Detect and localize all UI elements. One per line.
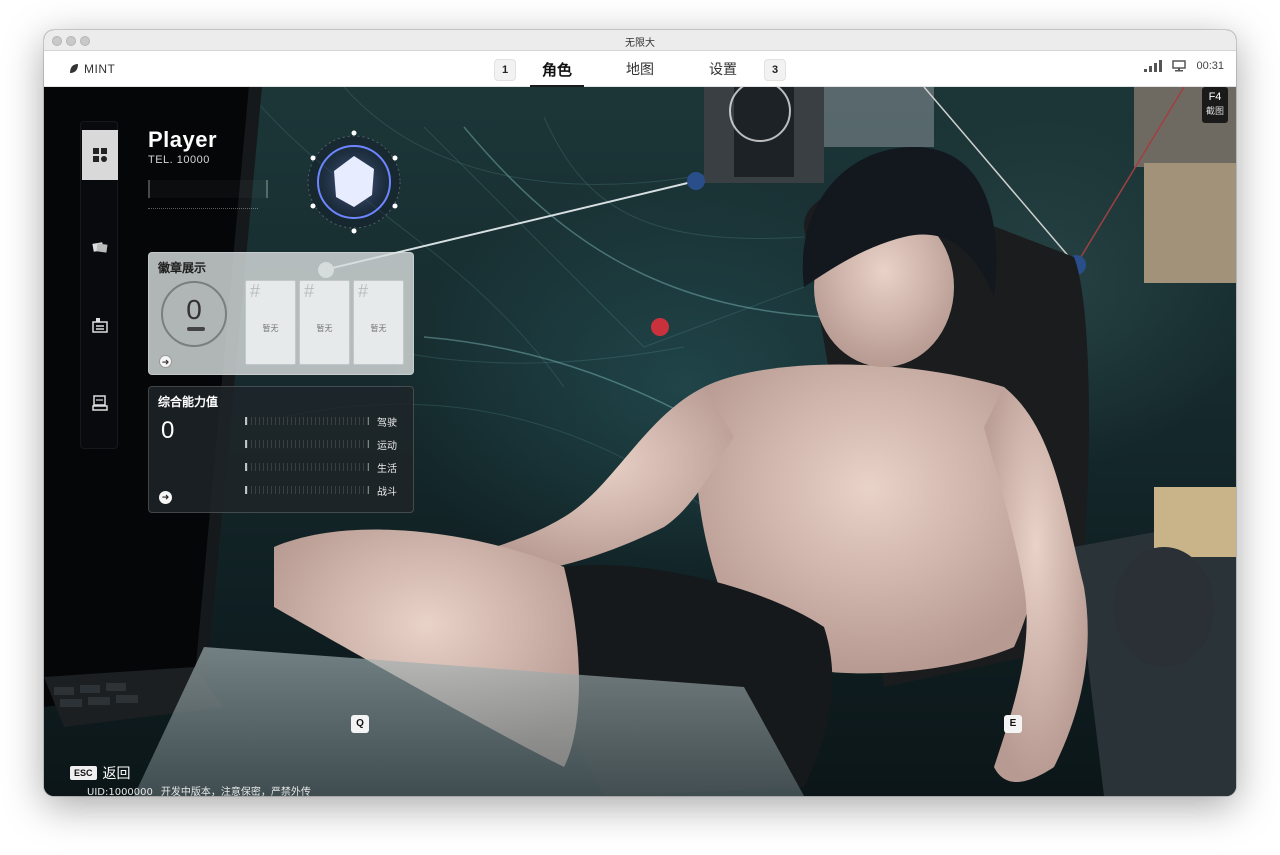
stat-label: 驾驶: [377, 418, 397, 429]
stat-bar: [245, 486, 369, 494]
brand: MINT: [68, 62, 115, 76]
next-character-key[interactable]: E: [1004, 715, 1022, 733]
clock: 00:31: [1196, 60, 1224, 72]
screenshot-hint[interactable]: F4 截图: [1202, 87, 1228, 123]
combat-stat-icon: [351, 228, 357, 234]
next-tab-key[interactable]: 3: [764, 59, 786, 81]
inbox-icon: [92, 318, 108, 333]
player-name: Player: [148, 127, 218, 152]
badge-more-arrow-icon[interactable]: ➜: [159, 355, 172, 368]
back-label: 返回: [102, 766, 131, 782]
badge-count: 0: [161, 281, 227, 347]
character-grid-icon: [93, 148, 107, 162]
charm-stat-icon: [310, 203, 316, 209]
badge-slot-text: 暂无: [370, 324, 387, 333]
stat-row-drive: 驾驶: [245, 415, 405, 429]
footer-info: UID:1000000 开发中版本，注意保密，严禁外传: [87, 783, 311, 796]
player-tel: TEL. 10000: [148, 154, 210, 166]
tab-settings[interactable]: 设置: [696, 59, 750, 87]
hash-icon: #: [358, 281, 369, 301]
status-area: 00:31: [1144, 60, 1224, 72]
tab-map[interactable]: 地图: [612, 59, 668, 87]
side-menu: [80, 121, 118, 449]
life-stat-icon: [392, 203, 398, 209]
brand-name: MINT: [84, 62, 116, 76]
title-bar: 无限大: [44, 30, 1236, 51]
window-title: 无限大: [625, 38, 655, 49]
badge-slot[interactable]: # 暂无: [353, 280, 404, 365]
skill-stat-icon: [310, 155, 316, 161]
stat-label: 生活: [377, 464, 397, 475]
badge-panel-title: 徽章展示: [158, 261, 207, 275]
uid-text: UID:1000000: [87, 787, 153, 796]
stat-row-combat: 战斗: [245, 484, 405, 498]
player-level-bar: [148, 180, 268, 198]
prev-tab-key[interactable]: 1: [494, 59, 516, 81]
screenshot-key: F4: [1208, 91, 1222, 103]
ability-panel-title: 综合能力值: [158, 395, 219, 409]
stat-row-sport: 运动: [245, 438, 405, 452]
screenshot-label: 截图: [1205, 106, 1224, 116]
monitor-icon: [1172, 60, 1187, 72]
dev-notice: 开发中版本，注意保密，严禁外传: [160, 787, 311, 796]
badge-slot-text: 暂无: [316, 324, 333, 333]
stat-row-life: 生活: [245, 461, 405, 475]
stat-bar: [245, 463, 369, 471]
badge-slot[interactable]: # 暂无: [245, 280, 296, 365]
esc-key: ESC: [70, 766, 97, 780]
stat-bar: [245, 417, 369, 425]
sport-stat-icon: [392, 155, 398, 161]
computer-icon: [92, 395, 108, 411]
top-nav: MINT 1 角色 地图 设置 3 00:31: [44, 51, 1236, 87]
hash-icon: #: [304, 281, 315, 301]
stat-label: 战斗: [377, 487, 397, 498]
prev-character-key[interactable]: Q: [351, 715, 369, 733]
tab-character[interactable]: 角色: [530, 59, 584, 87]
badge-slot-text: 暂无: [262, 324, 279, 333]
badge-slot[interactable]: # 暂无: [299, 280, 350, 365]
badge-panel: 徽章展示 0 ➜ # 暂无 # 暂无 # 暂无: [148, 252, 414, 375]
ability-total: 0: [161, 417, 175, 444]
cards-icon: [92, 242, 108, 253]
back-button[interactable]: ESC 返回: [70, 763, 131, 783]
sidebar-item-computer[interactable]: [82, 378, 118, 428]
sidebar-item-inbox[interactable]: [82, 300, 118, 350]
sidebar-item-cards[interactable]: [82, 222, 118, 272]
game-window: 无限大 MINT 1 角色 地图 设置 3 00:31 F4 截图 Player…: [44, 30, 1236, 796]
stat-label: 运动: [377, 441, 397, 452]
character-scene: F4 截图 Player TEL. 10000 徽章展示 0 ➜ # 暂无 # …: [44, 87, 1236, 796]
stat-bar: [245, 440, 369, 448]
ability-panel: 综合能力值 0 驾驶 运动 生活 战斗 ➜: [148, 386, 414, 513]
ability-radar: [307, 130, 401, 234]
divider: [148, 208, 258, 209]
signal-icon: [1144, 60, 1163, 72]
drive-stat-icon: [351, 130, 357, 136]
sidebar-item-character[interactable]: [82, 130, 118, 180]
ability-more-arrow-icon[interactable]: ➜: [159, 491, 172, 504]
mint-logo-icon: [70, 64, 78, 73]
badge-count-underline: [187, 327, 205, 331]
player-header: Player TEL. 10000: [148, 127, 308, 209]
hash-icon: #: [250, 281, 261, 301]
